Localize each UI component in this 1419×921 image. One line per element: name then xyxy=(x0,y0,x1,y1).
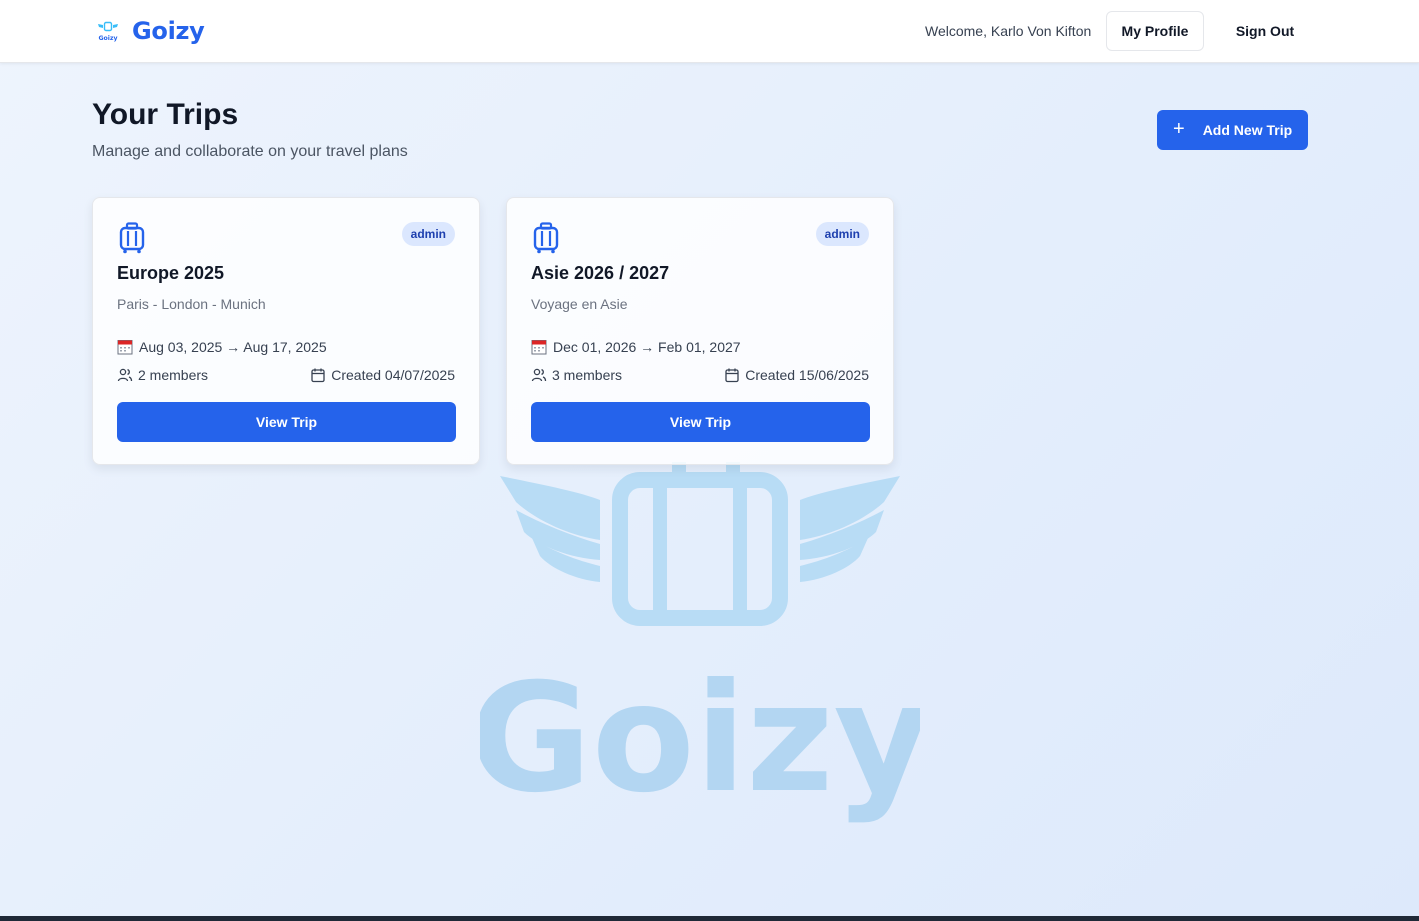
trip-created: Created 04/07/2025 xyxy=(310,367,455,383)
trip-card[interactable]: admin Europe 2025 Paris - London - Munic… xyxy=(92,197,480,465)
goizy-watermark-logo: Goizy xyxy=(480,462,920,826)
trip-dates: Aug 03, 2025 → Aug 17, 2025 xyxy=(117,339,327,355)
page-title: Your Trips xyxy=(92,98,239,131)
trip-name: Europe 2025 xyxy=(117,263,225,283)
trip-members-text: 3 members xyxy=(552,367,623,383)
add-new-trip-button[interactable]: + Add New Trip xyxy=(1157,110,1308,150)
trip-description: Paris - London - Munich xyxy=(117,296,266,312)
watermark-wordmark: Goizy xyxy=(480,652,920,826)
trip-card[interactable]: admin Asie 2026 / 2027 Voyage en Asie De… xyxy=(506,197,894,465)
add-new-trip-label: Add New Trip xyxy=(1202,122,1293,138)
trip-dates-text: Aug 03, 2025 → Aug 17, 2025 xyxy=(139,339,327,355)
plus-icon: + xyxy=(1173,118,1185,140)
trip-description: Voyage en Asie xyxy=(531,296,628,312)
welcome-text: Welcome, Karlo Von Kifton xyxy=(925,23,1092,39)
calendar-emoji-icon xyxy=(117,340,133,355)
trip-dates: Dec 01, 2026 → Feb 01, 2027 xyxy=(531,339,741,355)
trip-members: 3 members xyxy=(531,367,622,383)
luggage-icon xyxy=(533,222,559,254)
goizy-logo-icon: Goizy xyxy=(98,21,118,42)
top-navbar: Goizy Goizy Welcome, Karlo Von Kifton My… xyxy=(0,0,1419,63)
trip-created-text: Created 15/06/2025 xyxy=(745,367,869,383)
calendar-icon xyxy=(725,368,739,383)
view-trip-button[interactable]: View Trip xyxy=(531,402,870,442)
view-trip-button[interactable]: View Trip xyxy=(117,402,456,442)
svg-text:Goizy: Goizy xyxy=(98,35,117,42)
trip-created: Created 15/06/2025 xyxy=(724,367,869,383)
my-profile-button[interactable]: My Profile xyxy=(1106,11,1204,51)
role-badge: admin xyxy=(815,222,869,246)
trip-dates-text: Dec 01, 2026 → Feb 01, 2027 xyxy=(553,339,741,355)
users-icon xyxy=(117,368,133,382)
role-badge: admin xyxy=(401,222,455,246)
bottom-bar xyxy=(0,916,1419,921)
brand[interactable]: Goizy Goizy xyxy=(96,17,205,45)
users-icon xyxy=(531,368,547,382)
trip-created-text: Created 04/07/2025 xyxy=(331,367,455,383)
trip-name: Asie 2026 / 2027 xyxy=(531,263,670,283)
luggage-icon xyxy=(119,222,145,254)
sign-out-button[interactable]: Sign Out xyxy=(1224,11,1306,51)
calendar-icon xyxy=(311,368,325,383)
calendar-emoji-icon xyxy=(531,340,547,355)
trip-members-text: 2 members xyxy=(138,367,209,383)
brand-name: Goizy xyxy=(132,17,205,45)
trip-members: 2 members xyxy=(117,367,208,383)
page-subtitle: Manage and collaborate on your travel pl… xyxy=(92,143,408,160)
